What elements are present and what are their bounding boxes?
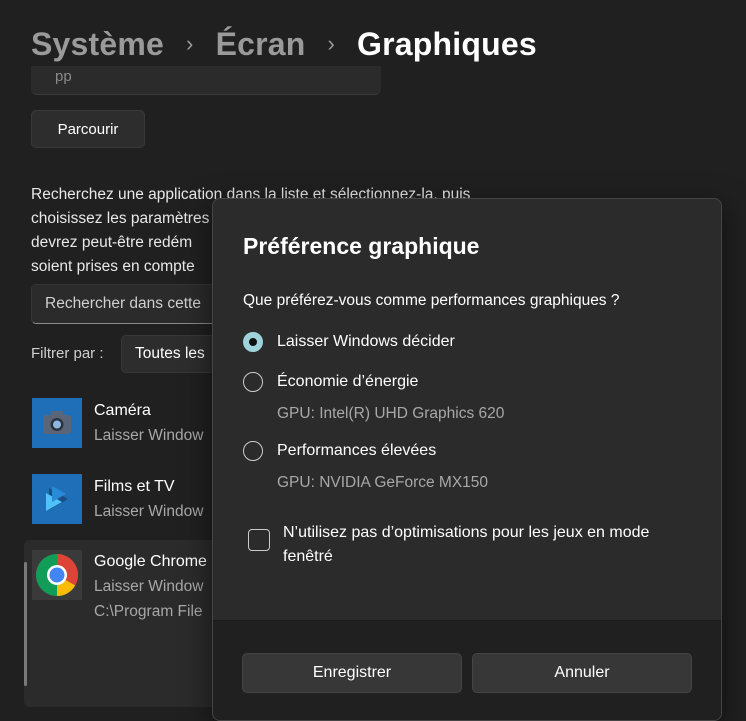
chevron-right-icon: › bbox=[327, 31, 336, 56]
radio-high-performance[interactable] bbox=[243, 441, 263, 461]
app-name: Caméra bbox=[94, 402, 151, 419]
filter-label: Filtrer par : bbox=[31, 345, 104, 362]
app-preference: Laisser Window bbox=[94, 427, 204, 444]
app-name: Google Chrome bbox=[94, 553, 207, 570]
graphics-preference-dialog: Préférence graphique Que préférez-vous c… bbox=[212, 198, 722, 721]
app-type-select-value: pp bbox=[55, 68, 72, 85]
checkbox-label[interactable]: N’utilisez pas d’optimisations pour les … bbox=[283, 521, 693, 569]
radio-let-windows-decide[interactable] bbox=[243, 332, 263, 352]
chrome-icon bbox=[32, 550, 82, 600]
app-name: Films et TV bbox=[94, 478, 175, 495]
app-path: C:\Program File bbox=[94, 603, 203, 620]
radio-label[interactable]: Laisser Windows décider bbox=[277, 333, 455, 351]
dialog-question: Que préférez-vous comme performances gra… bbox=[243, 292, 620, 309]
chevron-right-icon: › bbox=[186, 31, 194, 56]
page-title: Graphiques bbox=[357, 25, 537, 62]
list-item-selected[interactable]: Google Chrome Laisser Window C:\Program … bbox=[24, 540, 244, 707]
radio-power-saving[interactable] bbox=[243, 372, 263, 392]
breadcrumb: Système › Écran › Graphiques bbox=[31, 22, 537, 66]
app-type-select[interactable]: pp bbox=[31, 66, 381, 95]
list-scrollbar[interactable] bbox=[24, 562, 27, 686]
list-item[interactable]: Caméra Laisser Window bbox=[24, 390, 244, 460]
dialog-title: Préférence graphique bbox=[243, 233, 480, 259]
save-button[interactable]: Enregistrer bbox=[242, 653, 462, 693]
app-preference: Laisser Window bbox=[94, 578, 204, 595]
gpu-info: GPU: Intel(R) UHD Graphics 620 bbox=[277, 405, 505, 422]
radio-label[interactable]: Économie d’énergie bbox=[277, 373, 418, 391]
app-preference: Laisser Window bbox=[94, 503, 204, 520]
films-tv-icon bbox=[32, 474, 82, 524]
cancel-button[interactable]: Annuler bbox=[472, 653, 692, 693]
windowed-optimizations-checkbox[interactable] bbox=[248, 529, 270, 551]
breadcrumb-ecran[interactable]: Écran bbox=[216, 26, 306, 63]
breadcrumb-systeme[interactable]: Système bbox=[31, 26, 164, 63]
search-input[interactable]: Rechercher dans cette bbox=[31, 284, 231, 324]
browse-button[interactable]: Parcourir bbox=[31, 110, 145, 148]
list-item[interactable]: Films et TV Laisser Window bbox=[24, 466, 244, 536]
gpu-info: GPU: NVIDIA GeForce MX150 bbox=[277, 474, 489, 491]
dialog-footer: Enregistrer Annuler bbox=[213, 620, 721, 720]
radio-label[interactable]: Performances élevées bbox=[277, 442, 436, 460]
camera-icon bbox=[32, 398, 82, 448]
